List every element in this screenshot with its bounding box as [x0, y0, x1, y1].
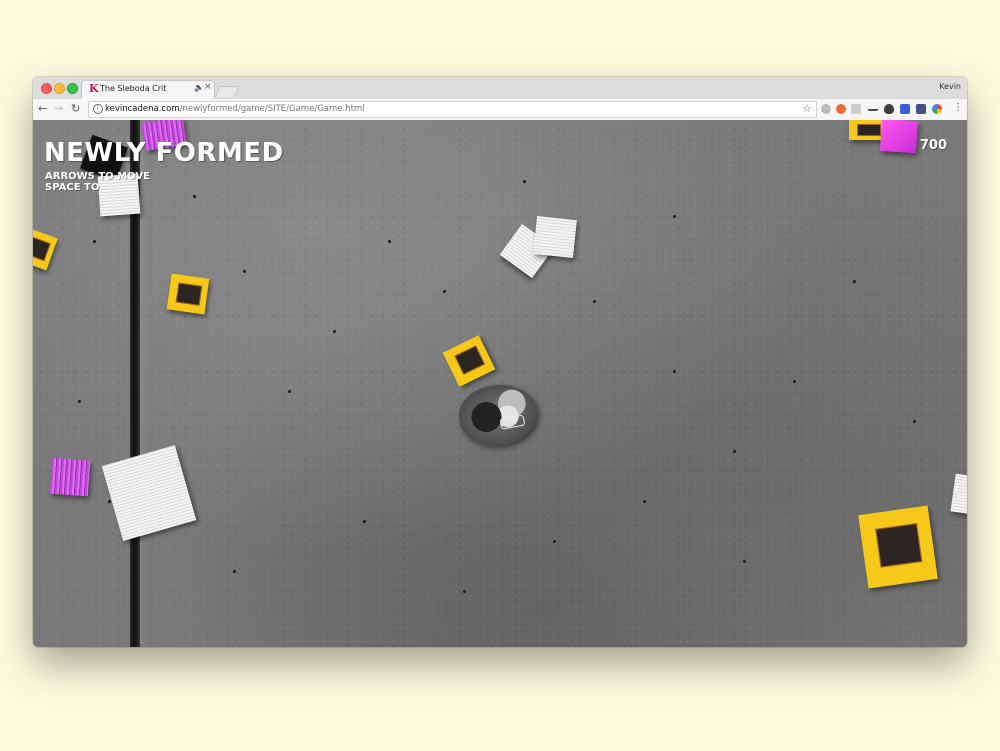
floor-pit [853, 280, 856, 283]
reload-icon[interactable]: ↻ [71, 102, 80, 116]
floor-pit [108, 500, 111, 503]
tab-close-icon[interactable]: × [204, 82, 212, 92]
address-bar[interactable]: i kevincadena.com/newlyformed/game/SITE/… [88, 101, 817, 118]
floor-pit [233, 570, 236, 573]
new-tab-button[interactable] [214, 86, 240, 97]
yellow-record-cover [166, 273, 210, 315]
menu-kebab-icon[interactable]: ⋮ [953, 102, 963, 113]
browser-tab[interactable]: K The Sleboda Crit 🔈 × [81, 80, 215, 100]
extension-evernote-icon[interactable] [884, 104, 894, 114]
floor-pit [733, 450, 736, 453]
white-record-cover [533, 216, 577, 258]
url-path: /newlyformed/game/SITE/Game/Game.html [179, 104, 365, 114]
floor-pit [443, 290, 446, 293]
floor-pit [743, 560, 746, 563]
browser-toolbar: ← → ↻ i kevincadena.com/newlyformed/game… [33, 99, 967, 121]
tab-title: The Sleboda Crit [100, 84, 167, 93]
tab-bar: K The Sleboda Crit 🔈 × Kevin [33, 77, 967, 100]
browser-window: K The Sleboda Crit 🔈 × Kevin ← → ↻ i kev… [33, 77, 967, 647]
speaker-icon[interactable]: 🔈 [194, 83, 204, 92]
floor-pit [93, 240, 96, 243]
close-window-button[interactable] [41, 83, 52, 94]
floor-pit [288, 390, 291, 393]
bookmark-star-icon[interactable]: ☆ [802, 102, 812, 115]
pink-record-cover [879, 120, 919, 154]
floor-pit [913, 420, 916, 423]
info-icon[interactable]: i [93, 104, 103, 114]
floor-pit [673, 215, 676, 218]
instruction-line: SPACE TO [45, 182, 100, 193]
concrete-texture [33, 120, 967, 647]
glasses-icon [499, 414, 526, 430]
floor-pit [593, 300, 596, 303]
floor-pit [643, 500, 646, 503]
score-counter: 700 [919, 138, 947, 153]
url-text[interactable]: kevincadena.com/newlyformed/game/SITE/Ga… [105, 104, 365, 114]
site-favicon-icon: K [89, 82, 99, 95]
forward-arrow-icon[interactable]: → [54, 102, 63, 116]
floor-pit [363, 520, 366, 523]
floor-pit [333, 330, 336, 333]
extension-blue-icon[interactable] [900, 104, 910, 114]
floor-pit [463, 590, 466, 593]
magenta-record-cover [49, 457, 91, 497]
floor-pit [193, 195, 196, 198]
game-title: NEWLY FORMED [44, 138, 284, 168]
extension-wave-icon[interactable] [868, 104, 878, 111]
back-arrow-icon[interactable]: ← [38, 102, 47, 116]
extension-layers-icon[interactable] [916, 104, 926, 114]
extension-orange-icon[interactable] [836, 104, 846, 114]
game-canvas[interactable]: NEWLY FORMED ARROWS TO MOVE SPACE TO 700 [33, 120, 967, 647]
floor-pit [793, 380, 796, 383]
floor-pit [523, 180, 526, 183]
minimize-window-button[interactable] [54, 83, 65, 94]
instruction-line: ARROWS TO MOVE [45, 171, 150, 182]
yellow-record-cover [858, 505, 938, 589]
floor-pit [243, 270, 246, 273]
game-instructions: ARROWS TO MOVE SPACE TO [45, 171, 150, 193]
extension-grid-icon[interactable] [851, 104, 861, 114]
floor-pit [78, 400, 81, 403]
extension-google-icon[interactable] [932, 104, 942, 114]
maximize-window-button[interactable] [67, 83, 78, 94]
profile-name[interactable]: Kevin [939, 82, 961, 91]
floor-pit [388, 240, 391, 243]
floor-pit [673, 370, 676, 373]
extension-cloud-icon[interactable] [821, 104, 831, 114]
floor-pit [553, 540, 556, 543]
url-host: kevincadena.com [105, 104, 180, 114]
